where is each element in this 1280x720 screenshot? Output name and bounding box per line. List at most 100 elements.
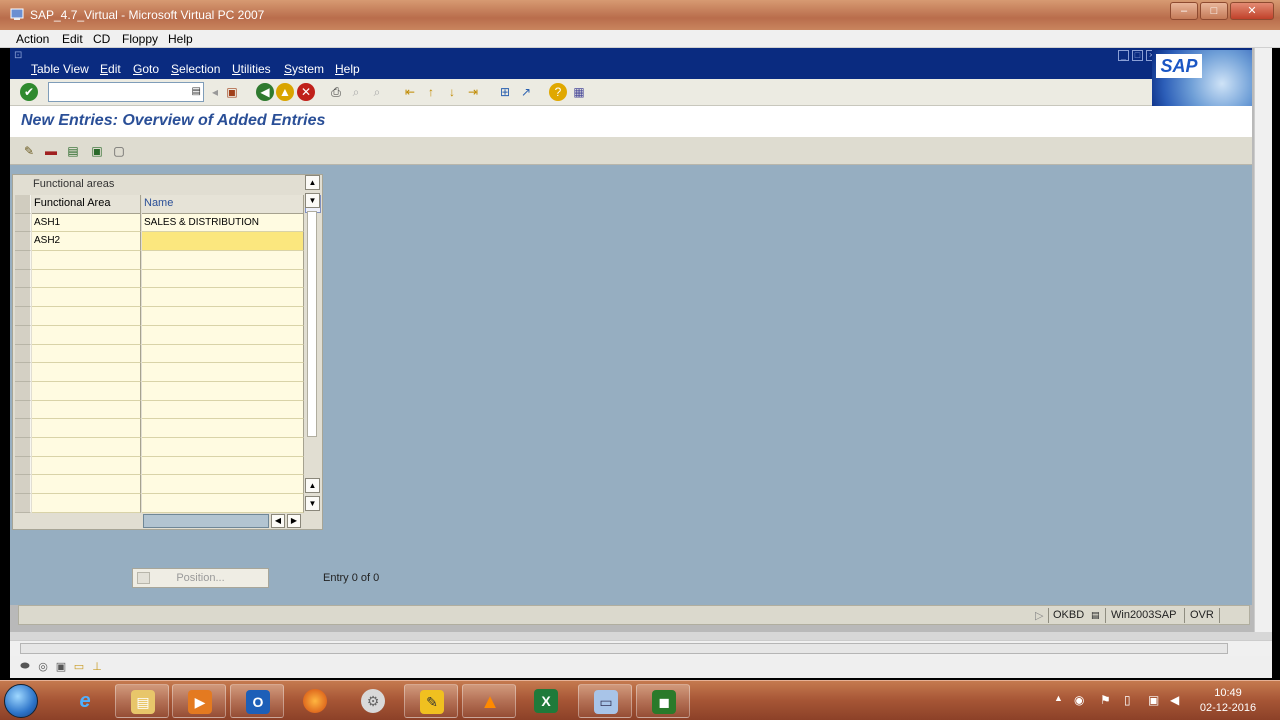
table-vertical-scrollbar[interactable]: ▲ ▼ ▲ ▼ xyxy=(305,175,320,511)
name-cell[interactable] xyxy=(142,400,304,420)
functional-area-cell[interactable] xyxy=(32,437,141,457)
vpc-menu-action[interactable]: Action xyxy=(16,32,49,46)
sap-menu-system[interactable]: System xyxy=(284,62,324,76)
back-arrow-icon[interactable]: ◂ xyxy=(206,83,224,101)
name-cell[interactable] xyxy=(142,307,304,326)
vpc-menu-floppy[interactable]: Floppy xyxy=(122,32,158,46)
row-selector[interactable] xyxy=(15,494,31,513)
functional-area-cell[interactable] xyxy=(32,381,141,401)
first-page-icon[interactable]: ⇤ xyxy=(401,83,419,101)
row-selector[interactable] xyxy=(15,475,31,494)
sap-menu-utilities[interactable]: Utilities xyxy=(232,62,271,76)
taskbar-camera-icon[interactable]: ◼ xyxy=(636,684,690,718)
taskbar-clock[interactable]: 10:49 02-12-2016 xyxy=(1196,686,1260,716)
exit-icon[interactable]: ▲ xyxy=(276,83,294,101)
start-button-windows-icon[interactable] xyxy=(4,684,38,718)
row-selector[interactable] xyxy=(15,437,31,457)
select-all-icon[interactable]: ▤ xyxy=(64,142,82,160)
sap-menu-table-view[interactable]: Table View xyxy=(31,62,89,76)
vpc-vertical-scrollbar[interactable] xyxy=(1254,48,1272,632)
command-input[interactable] xyxy=(49,83,185,101)
name-cell[interactable] xyxy=(142,381,304,401)
minimize-button[interactable]: – xyxy=(1170,2,1198,20)
functional-area-cell[interactable]: ASH1 xyxy=(32,213,141,233)
last-page-icon[interactable]: ⇥ xyxy=(464,83,482,101)
taskbar-media-player-icon[interactable]: ▶ xyxy=(172,684,226,718)
functional-area-cell[interactable] xyxy=(32,419,141,438)
column-header-functional-area[interactable]: Functional Area xyxy=(32,195,141,214)
functional-area-cell[interactable] xyxy=(32,494,141,513)
name-cell[interactable] xyxy=(142,437,304,457)
vpc-horizontal-scrollbar[interactable] xyxy=(10,640,1272,656)
functional-area-cell[interactable] xyxy=(32,307,141,326)
command-field[interactable]: ▤ xyxy=(48,82,204,102)
row-selector[interactable] xyxy=(15,288,31,308)
name-cell-active[interactable] xyxy=(142,232,304,252)
scroll-top-arrow-icon[interactable]: ▲ xyxy=(305,175,320,190)
taskbar-sticky-tool-icon[interactable]: ✎ xyxy=(404,684,458,718)
functional-area-cell[interactable] xyxy=(32,456,141,476)
row-selector[interactable] xyxy=(15,269,31,289)
sap-window-icon[interactable]: ⊡ xyxy=(14,50,22,61)
name-cell[interactable] xyxy=(142,456,304,476)
row-selector[interactable] xyxy=(15,400,31,420)
scroll-left-arrow-icon[interactable]: ◀ xyxy=(271,514,285,528)
row-selector[interactable] xyxy=(15,363,31,382)
name-cell[interactable] xyxy=(142,494,304,513)
help-icon[interactable]: ? xyxy=(549,83,567,101)
functional-area-cell[interactable] xyxy=(32,344,141,364)
tray-device-icon[interactable]: ▯ xyxy=(1124,693,1131,707)
name-cell[interactable] xyxy=(142,325,304,345)
functional-area-cell[interactable] xyxy=(32,475,141,494)
vpc-scroll-thumb[interactable] xyxy=(20,643,1228,654)
scroll-track[interactable] xyxy=(307,211,317,437)
next-page-icon[interactable]: ↓ xyxy=(443,83,461,101)
row-selector[interactable] xyxy=(15,419,31,438)
taskbar-outlook-icon[interactable]: O xyxy=(230,684,284,718)
taskbar-vlc-icon[interactable]: ▲ xyxy=(462,684,516,718)
row-selector[interactable] xyxy=(15,307,31,326)
taskbar-ie-icon[interactable]: e xyxy=(58,684,112,718)
row-selector[interactable] xyxy=(15,251,31,270)
name-cell[interactable] xyxy=(142,269,304,289)
scroll-bottom-arrow-icon[interactable]: ▼ xyxy=(305,496,320,511)
position-button[interactable]: Position... xyxy=(132,568,269,588)
select-block-icon[interactable]: ▣ xyxy=(88,142,106,160)
tray-network-icon[interactable]: ▣ xyxy=(1148,693,1159,707)
taskbar-virtual-pc-icon[interactable]: ▭ xyxy=(578,684,632,718)
taskbar-excel-icon[interactable]: X xyxy=(519,684,573,718)
display-change-icon[interactable]: ✎ xyxy=(20,142,38,160)
layout-menu-icon[interactable]: ▦ xyxy=(570,83,588,101)
tray-flag-icon[interactable]: ⚑ xyxy=(1100,693,1111,707)
close-button[interactable]: ✕ xyxy=(1230,2,1274,20)
functional-area-cell[interactable] xyxy=(32,400,141,420)
functional-area-cell[interactable] xyxy=(32,363,141,382)
name-cell[interactable] xyxy=(142,251,304,270)
taskbar-file-manager-icon[interactable]: ▤ xyxy=(115,684,169,718)
sap-menu-selection[interactable]: Selection xyxy=(171,62,220,76)
row-selector[interactable] xyxy=(15,213,31,233)
shortcut-icon[interactable]: ↗ xyxy=(517,83,535,101)
back-icon[interactable]: ◀ xyxy=(256,83,274,101)
name-cell[interactable] xyxy=(142,475,304,494)
row-selector[interactable] xyxy=(15,381,31,401)
scroll-right-arrow-icon[interactable]: ▶ xyxy=(287,514,301,528)
functional-area-cell[interactable] xyxy=(32,251,141,270)
functional-area-cell[interactable]: ASH2 xyxy=(32,232,141,252)
sap-menu-edit[interactable]: Edit xyxy=(100,62,121,76)
functional-area-cell[interactable] xyxy=(32,288,141,308)
hscroll-track[interactable] xyxy=(143,514,269,528)
sap-restore-icon[interactable]: □ xyxy=(1132,50,1143,61)
tray-app-icon[interactable]: ◉ xyxy=(1074,693,1084,707)
vpc-menu-cd[interactable]: CD xyxy=(93,32,110,46)
find-next-icon[interactable]: ⌕ xyxy=(368,83,386,101)
sap-menu-goto[interactable]: Goto xyxy=(133,62,159,76)
sap-menu-help[interactable]: Help xyxy=(335,62,360,76)
tray-volume-icon[interactable]: ◀ xyxy=(1170,693,1179,707)
save-icon[interactable]: ▣ xyxy=(223,83,241,101)
previous-page-icon[interactable]: ↑ xyxy=(422,83,440,101)
maximize-button[interactable]: □ xyxy=(1200,2,1228,20)
scroll-down-top-arrow-icon[interactable]: ▲ xyxy=(305,478,320,493)
functional-area-cell[interactable] xyxy=(32,325,141,345)
tray-expand-icon[interactable]: ▲ xyxy=(1054,693,1063,703)
